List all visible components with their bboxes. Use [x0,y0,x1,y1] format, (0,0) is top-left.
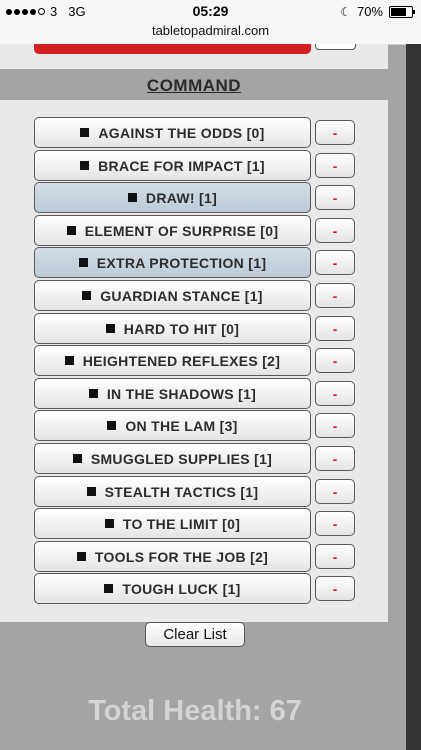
list-item: TO THE LIMIT [0] - [0,508,388,539]
command-item-label: SMUGGLED SUPPLIES [1] [90,450,273,467]
square-bullet-icon [104,519,114,528]
square-bullet-icon [76,552,86,561]
remove-item-button[interactable]: - [315,218,355,243]
list-item: TOOLS FOR THE JOB [2] - [0,541,388,572]
square-bullet-icon [127,193,137,202]
command-list-panel: AGAINST THE ODDS [0] - BRACE FOR IMPACT [1… [0,100,388,622]
command-item-label: TOUGH LUCK [1] [122,580,241,597]
remove-item-button[interactable]: - [315,511,355,536]
command-item-button[interactable]: AGAINST THE ODDS [0] [34,117,311,148]
square-bullet-icon [66,226,76,235]
address-bar-url[interactable]: tabletopadmiral.com [0,23,421,38]
command-item-button[interactable]: ELEMENT OF SURPRISE [0] [34,215,311,246]
square-bullet-icon [88,389,98,398]
square-bullet-icon [72,454,82,463]
total-health-text: Total Health: 67 [88,695,302,727]
list-item: HARD TO HIT [0] - [0,313,388,344]
square-bullet-icon [80,161,90,170]
battery-percent: 70% [356,4,383,19]
square-bullet-icon [105,324,115,333]
square-bullet-icon [82,291,92,300]
command-item-button[interactable]: TOUGH LUCK [1] [34,573,311,604]
list-item: BRACE FOR IMPACT [1] - [0,150,388,181]
cut-off-total-text [0,738,390,750]
list-item: EXTRA PROTECTION [1] - [0,247,388,278]
square-bullet-icon [104,584,114,593]
remove-item-button[interactable]: - [315,250,355,275]
command-item-button[interactable]: STEALTH TACTICS [1] [34,476,311,507]
list-item: SMUGGLED SUPPLIES [1] - [0,443,388,474]
command-item-label: HEIGHTENED REFLEXES [2] [82,352,281,369]
command-item-label: AGAINST THE ODDS [0] [98,124,265,141]
square-bullet-icon [64,356,74,365]
remove-item-button[interactable]: - [315,153,355,178]
remove-item-button[interactable]: - [315,120,355,145]
red-action-button[interactable] [34,44,311,54]
command-item-label: TO THE LIMIT [0] [122,515,241,532]
command-item-label: GUARDIAN STANCE [1] [100,287,263,304]
page-scroll-strip [406,44,421,750]
square-bullet-icon [107,421,117,430]
list-item: IN THE SHADOWS [1] - [0,378,388,409]
command-item-button[interactable]: EXTRA PROTECTION [1] [34,247,311,278]
command-item-label: DRAW! [1] [145,189,218,206]
remove-item-button[interactable]: - [315,544,355,569]
list-item: TOUGH LUCK [1] - [0,573,388,604]
command-item-button[interactable]: TO THE LIMIT [0] [34,508,311,539]
list-item: STEALTH TACTICS [1] - [0,476,388,507]
remove-item-button[interactable]: - [315,446,355,471]
command-item-label: ON THE LAM [3] [125,417,238,434]
remove-item-button[interactable]: - [315,348,355,373]
command-item-button[interactable]: ON THE LAM [3] [34,410,311,441]
remove-item-button[interactable]: - [315,381,355,406]
square-bullet-icon [86,487,96,496]
square-bullet-icon [80,128,90,137]
remove-item-button[interactable]: - [315,413,355,438]
moon-icon: ☾ [340,4,351,19]
list-item: DRAW! [1] - [0,182,388,213]
command-item-button[interactable]: DRAW! [1] [34,182,311,213]
command-item-button[interactable]: TOOLS FOR THE JOB [2] [34,541,311,572]
command-item-button[interactable]: HEIGHTENED REFLEXES [2] [34,345,311,376]
section-title: COMMAND [146,76,242,95]
command-item-button[interactable]: GUARDIAN STANCE [1] [34,280,311,311]
command-item-label: EXTRA PROTECTION [1] [96,254,267,271]
command-item-button[interactable]: SMUGGLED SUPPLIES [1] [34,443,311,474]
command-item-label: BRACE FOR IMPACT [1] [98,157,265,174]
command-item-button[interactable]: IN THE SHADOWS [1] [34,378,311,409]
command-item-label: TOOLS FOR THE JOB [2] [94,548,269,565]
remove-item-button[interactable]: - [315,283,355,308]
command-item-label: HARD TO HIT [0] [123,320,240,337]
list-item: ELEMENT OF SURPRISE [0] - [0,215,388,246]
battery-area: ☾ 70% [340,4,415,19]
battery-icon [389,5,415,18]
list-item: GUARDIAN STANCE [1] - [0,280,388,311]
command-item-label: ELEMENT OF SURPRISE [0] [84,222,279,239]
top-remove-button[interactable] [315,44,356,50]
command-item-label: IN THE SHADOWS [1] [106,385,257,402]
remove-item-button[interactable]: - [315,185,355,210]
square-bullet-icon [78,258,88,267]
command-item-label: STEALTH TACTICS [1] [104,483,259,500]
list-item: ON THE LAM [3] - [0,410,388,441]
list-item: HEIGHTENED REFLEXES [2] - [0,345,388,376]
remove-item-button[interactable]: - [315,576,355,601]
remove-item-button[interactable]: - [315,479,355,504]
clear-list-button[interactable]: Clear List [145,622,245,647]
list-item: AGAINST THE ODDS [0] - [0,117,388,148]
status-bar: 3 3G 05:29 tabletopadmiral.com ☾ 70% [0,0,421,45]
command-item-button[interactable]: HARD TO HIT [0] [34,313,311,344]
command-item-button[interactable]: BRACE FOR IMPACT [1] [34,150,311,181]
top-panel [0,44,388,69]
remove-item-button[interactable]: - [315,316,355,341]
